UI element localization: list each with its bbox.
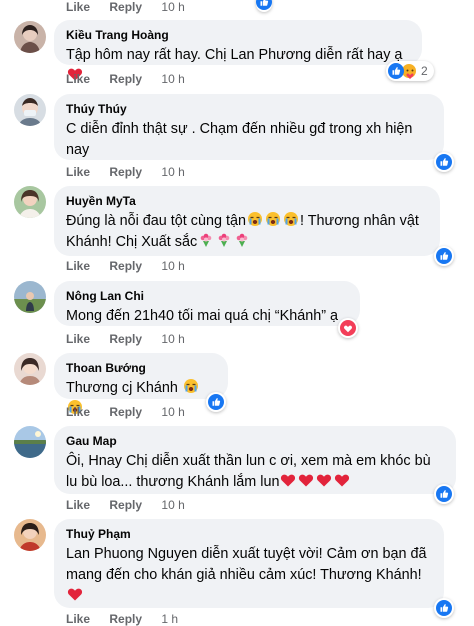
comment-actions: Like Reply 10 h [66,498,185,512]
comment-bubble: Gau Map Ôi, Hnay Chị diễn xuất thần lun … [54,426,456,494]
comment-bubble: Thúy Thúy C diễn đỉnh thật sự . Chạm đến… [54,94,444,160]
comment-actions: Like Reply 10 h [66,72,185,86]
like-reaction-icon [436,600,452,616]
crying-face-emoji [247,211,263,227]
comment-text: Ôi, Hnay Chị diễn xuất thần lun c ơi, xe… [66,453,431,490]
comment-bubble: Thoan Bướng Thương cj Khánh [54,353,228,414]
red-heart-emoji [298,472,314,488]
comment-bubble: Thuỷ Phạm Lan Phuong Nguyen diễn xuất tu… [54,519,444,608]
like-reaction-icon [436,248,452,264]
like-button[interactable]: Like [66,165,90,179]
red-heart-emoji [316,472,332,488]
comment-text: Đúng là nỗi đau tột cùng tận! Thương nhâ… [66,211,419,250]
like-reaction-icon [436,154,452,170]
reply-button[interactable]: Reply [109,72,142,86]
comment-time[interactable]: 10 h [161,259,184,273]
like-button[interactable]: Like [66,612,90,626]
reaction-summary[interactable] [434,484,454,504]
comment-actions: Like Reply 10 h [66,165,185,179]
like-reaction-icon [436,486,452,502]
reply-button[interactable]: Reply [109,332,142,346]
reaction-count: 2 [421,64,428,78]
red-heart-emoji [334,472,350,488]
comment-time[interactable]: 10 h [161,72,184,86]
comment-time[interactable]: 10 h [161,498,184,512]
reply-button[interactable]: Reply [109,0,142,14]
red-heart-emoji [280,472,296,488]
comment-actions: Like Reply 10 h [66,0,185,14]
like-reaction-icon [388,63,404,79]
reaction-summary[interactable] [338,318,358,338]
reaction-summary[interactable] [256,0,272,12]
comment-actions: Like Reply 1 h [66,612,178,626]
comment-actions: Like Reply 10 h [66,405,185,419]
commenter-name[interactable]: Huyền MyTa [66,193,428,209]
like-button[interactable]: Like [66,259,90,273]
comment-actions: Like Reply 10 h [66,332,185,346]
reaction-summary[interactable] [434,246,454,266]
crying-face-emoji [265,211,281,227]
like-reaction-icon [208,394,224,410]
bouquet-emoji [216,232,232,248]
reaction-summary[interactable]: 2 [386,61,434,81]
commenter-name[interactable]: Nông Lan Chi [66,288,348,304]
reply-button[interactable]: Reply [109,165,142,179]
avatar[interactable] [14,186,46,218]
comment-text: C diễn đỉnh thật sự . Chạm đến nhiều gđ … [66,121,413,158]
comment-time[interactable]: 10 h [161,405,184,419]
bouquet-emoji [234,232,250,248]
like-reaction-icon [256,0,272,10]
comment-bubble: Nông Lan Chi Mong đến 21h40 tối mai quá … [54,281,360,326]
comment-bubble: Kiều Trang Hoàng Tập hôm nay rất hay. Ch… [54,20,422,81]
reaction-summary[interactable] [206,392,226,412]
comment-time[interactable]: 1 h [161,612,178,626]
commenter-name[interactable]: Thuỷ Phạm [66,526,432,542]
like-button[interactable]: Like [66,498,90,512]
bouquet-emoji [198,232,214,248]
avatar[interactable] [14,353,46,385]
avatar[interactable] [14,281,46,313]
commenter-name[interactable]: Gau Map [66,433,444,449]
reaction-summary[interactable] [434,598,454,618]
reaction-summary[interactable] [434,152,454,172]
reply-button[interactable]: Reply [109,259,142,273]
comment-text: Lan Phuong Nguyen diễn xuất tuyệt vời! C… [66,544,432,607]
commenter-name[interactable]: Kiều Trang Hoàng [66,27,410,43]
avatar[interactable] [14,426,46,458]
avatar[interactable] [14,519,46,551]
like-button[interactable]: Like [66,405,90,419]
crying-face-emoji [283,211,299,227]
commenter-name[interactable]: Thúy Thúy [66,101,432,117]
avatar[interactable] [14,21,46,53]
comment-time[interactable]: 10 h [161,165,184,179]
love-reaction-icon [340,320,356,336]
red-heart-emoji [67,586,83,602]
like-button[interactable]: Like [66,0,90,14]
avatar[interactable] [14,94,46,126]
like-button[interactable]: Like [66,72,90,86]
reply-button[interactable]: Reply [109,405,142,419]
reply-button[interactable]: Reply [109,612,142,626]
like-button[interactable]: Like [66,332,90,346]
comment-actions: Like Reply 10 h [66,259,185,273]
reply-button[interactable]: Reply [109,498,142,512]
commenter-name[interactable]: Thoan Bướng [66,360,216,376]
crying-face-emoji [183,378,199,394]
comment-bubble: Huyền MyTa Đúng là nỗi đau tột cùng tận!… [54,186,440,256]
comment-time[interactable]: 10 h [161,332,184,346]
comment-text: Mong đến 21h40 tối mai quá chị “Khánh” ạ [66,308,339,324]
comment-time[interactable]: 10 h [161,0,184,14]
